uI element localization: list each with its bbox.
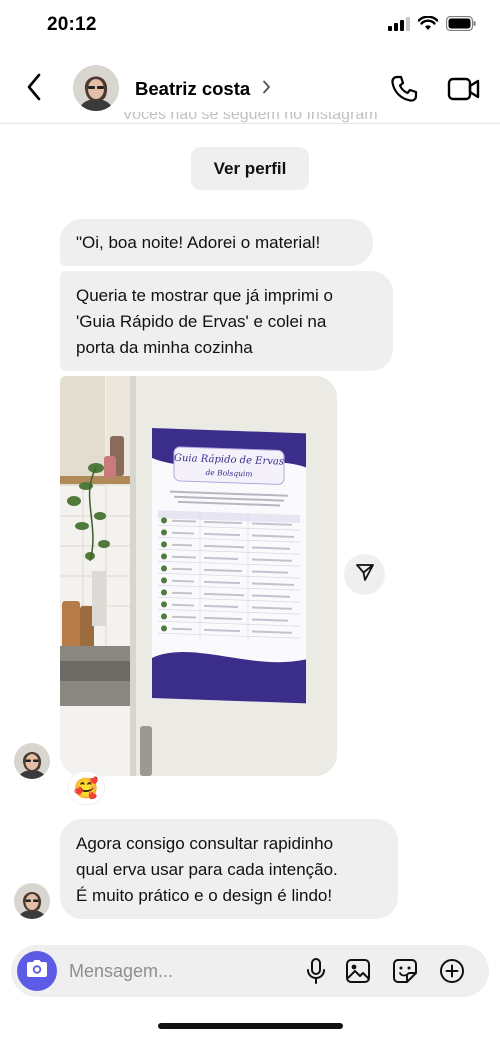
phone-icon[interactable]	[389, 74, 419, 109]
share-button[interactable]	[344, 554, 385, 595]
reaction-badge[interactable]: 🥰	[68, 772, 104, 804]
status-time: 20:12	[47, 14, 97, 35]
message-bubble[interactable]: "Oi, boa noite! Adorei o material!	[60, 219, 373, 266]
contact-name[interactable]: Beatriz costa	[135, 78, 250, 100]
message-text: É muito prático e o design é lindo!	[76, 886, 333, 905]
battery-icon	[445, 15, 476, 36]
video-camera-icon[interactable]	[447, 74, 481, 109]
message-text: qual erva usar para cada intenção.	[76, 860, 338, 879]
camera-button[interactable]	[17, 951, 57, 991]
signal-icon	[388, 16, 410, 36]
message-text: Agora consigo consultar rapidinho	[76, 834, 334, 853]
message-text: porta da minha cozinha	[76, 338, 253, 357]
status-icons	[388, 15, 476, 36]
back-button[interactable]	[26, 72, 56, 106]
follow-notice: Vocês não se seguem no Instagram	[122, 112, 378, 123]
back-arrow-icon	[26, 73, 42, 106]
send-icon	[355, 562, 375, 587]
contact-avatar[interactable]	[73, 65, 119, 111]
sender-avatar[interactable]	[14, 883, 50, 919]
message-bubble[interactable]: Queria te mostrar que já imprimi o 'Guia…	[60, 271, 393, 371]
photo-message[interactable]: Guia Rápido de Ervas de Bolsquim	[60, 376, 337, 776]
camera-icon	[26, 959, 48, 984]
message-bubble[interactable]: Agora consigo consultar rapidinho qual e…	[60, 819, 398, 919]
home-indicator[interactable]	[158, 1023, 343, 1029]
message-text: Queria te mostrar que já imprimi o	[76, 286, 333, 305]
sender-avatar[interactable]	[14, 743, 50, 779]
gallery-icon[interactable]	[345, 958, 371, 984]
wifi-icon	[417, 15, 439, 36]
status-bar: 20:12	[0, 0, 500, 52]
message-text: "Oi, boa noite! Adorei o material!	[76, 233, 321, 252]
view-profile-button[interactable]: Ver perfil	[191, 147, 309, 190]
message-input[interactable]	[69, 945, 289, 997]
microphone-icon[interactable]	[303, 958, 329, 984]
poster-subtitle: de Bolsquim	[205, 468, 252, 479]
message-composer	[11, 945, 489, 997]
sticker-icon[interactable]	[392, 958, 418, 984]
add-icon[interactable]	[439, 958, 465, 984]
chevron-right-icon[interactable]	[262, 80, 271, 99]
message-text: 'Guia Rápido de Ervas' e colei na	[76, 312, 327, 331]
